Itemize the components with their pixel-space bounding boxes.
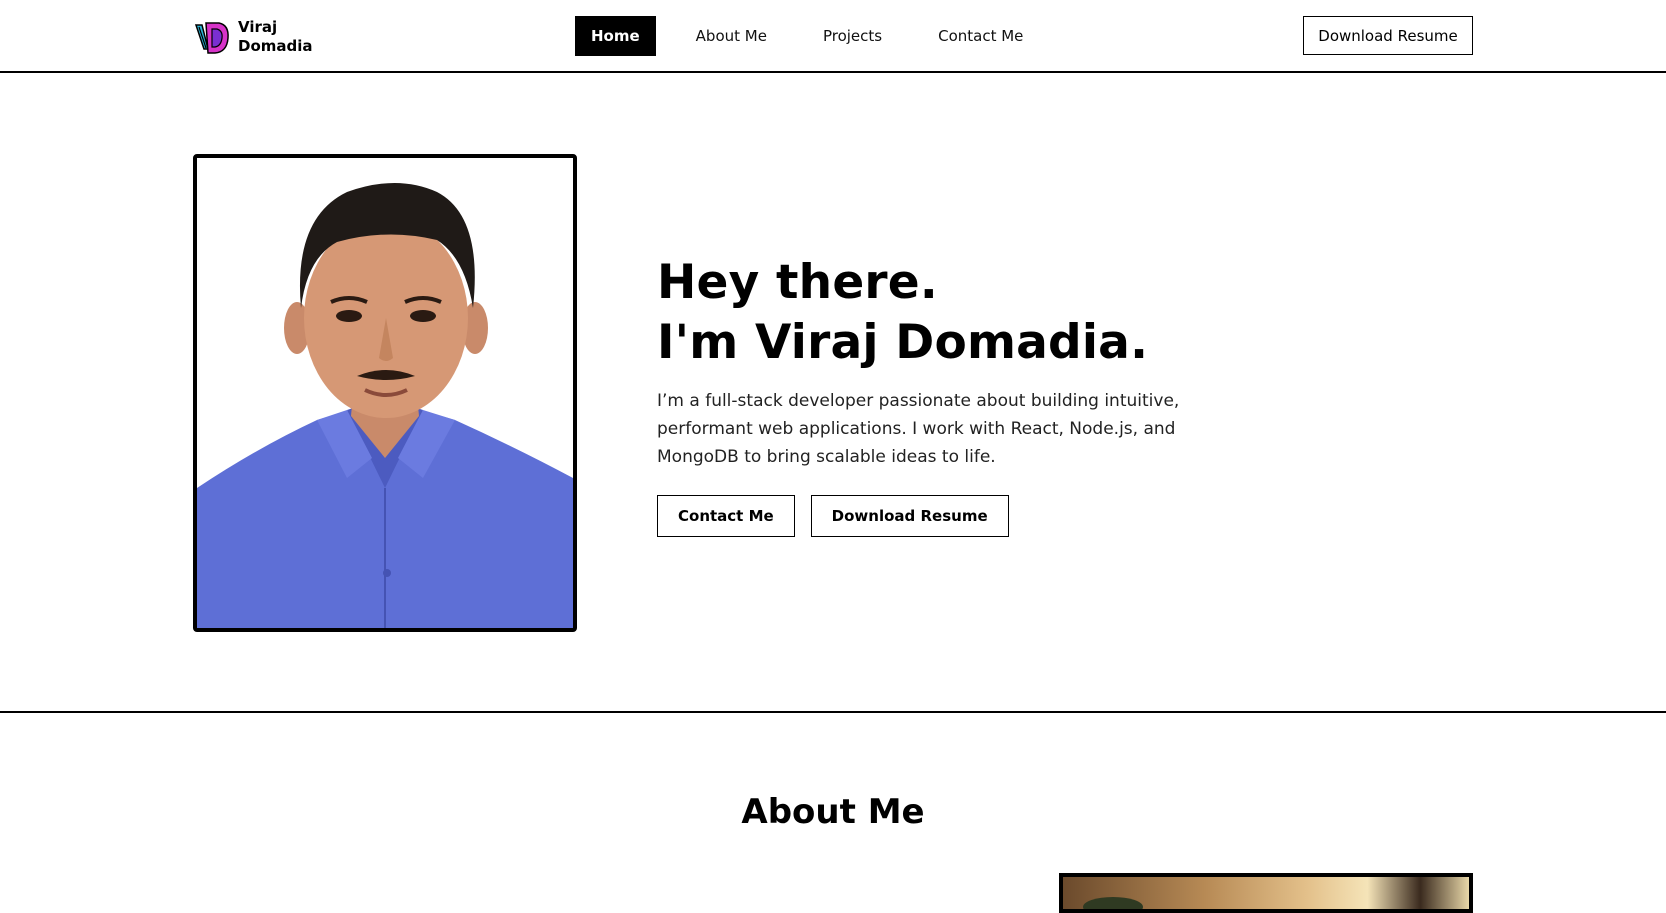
main-nav: Home About Me Projects Contact Me	[575, 16, 1039, 56]
profile-photo	[193, 154, 577, 632]
about-photo-image	[1063, 877, 1469, 909]
nav-item-home[interactable]: Home	[575, 16, 656, 56]
hero-greeting: Hey there.	[657, 255, 938, 310]
brand-logo-link[interactable]: Viraj Domadia	[193, 16, 313, 58]
hero-description: I’m a full-stack developer passionate ab…	[657, 391, 1180, 467]
hero-heading: Hey there. I'm Viraj Domadia.	[657, 253, 1257, 373]
hero-intro: Hey there. I'm Viraj Domadia. I’m a full…	[657, 253, 1257, 537]
about-section-title: About Me	[741, 792, 925, 832]
vd-monogram-icon	[194, 22, 229, 54]
nav-item-about-me[interactable]: About Me	[680, 16, 783, 56]
brand-name: Viraj Domadia	[238, 18, 313, 56]
hero-contact-me-button[interactable]: Contact Me	[657, 495, 795, 537]
hero-download-resume-button[interactable]: Download Resume	[810, 495, 1009, 537]
nav-item-contact-me[interactable]: Contact Me	[922, 16, 1039, 56]
profile-portrait-image	[197, 158, 573, 628]
navbar: Viraj Domadia Home About Me Projects Con…	[0, 0, 1666, 73]
about-photo	[1059, 873, 1473, 913]
brand-name-last: Domadia	[238, 37, 313, 55]
nav-item-projects[interactable]: Projects	[807, 16, 898, 56]
hero-actions: Contact Me Download Resume	[657, 495, 1257, 537]
hero-name: I'm Viraj Domadia.	[657, 315, 1149, 370]
hero-section: Hey there. I'm Viraj Domadia. I’m a full…	[0, 73, 1666, 713]
brand-name-first: Viraj	[238, 18, 278, 36]
nav-download-resume-button[interactable]: Download Resume	[1303, 16, 1473, 55]
